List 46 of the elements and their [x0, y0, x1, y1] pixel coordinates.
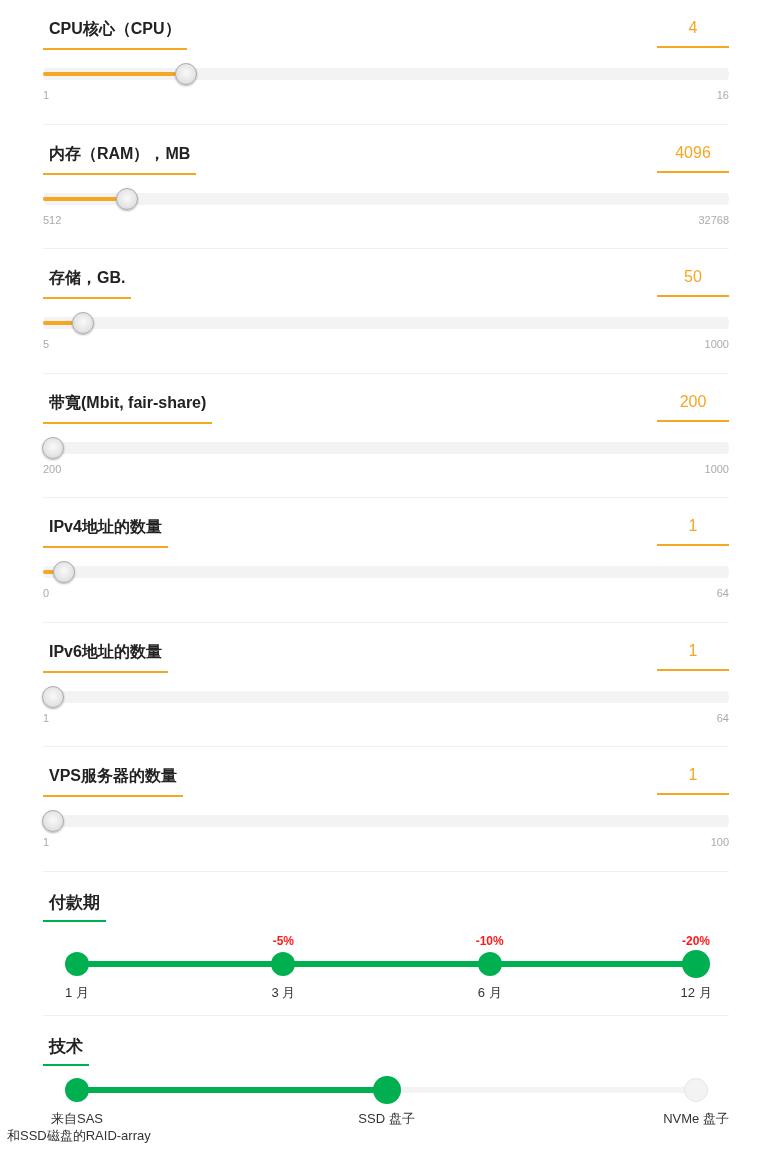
slider-thumb[interactable] — [174, 63, 197, 85]
slider-label: IPv4地址的数量 — [43, 515, 168, 548]
max-label: 1000 — [704, 338, 729, 350]
slider-thumb[interactable] — [42, 436, 64, 459]
max-label: 32768 — [698, 213, 729, 226]
step-dot[interactable] — [65, 1077, 89, 1102]
max-label: 64 — [716, 587, 729, 599]
slider-label: CPU核心（CPU） — [43, 17, 187, 50]
slider-label: VPS服务器的数量 — [43, 764, 183, 797]
min-label: 1 — [43, 89, 50, 101]
min-label: 200 — [43, 462, 62, 475]
min-label: 0 — [43, 587, 50, 599]
max-label: 100 — [710, 836, 729, 848]
step-label[interactable]: 6 月 — [477, 983, 502, 1002]
slider-thumb[interactable] — [42, 810, 64, 832]
step-dot[interactable] — [372, 1075, 401, 1104]
slider-label: 带寬(Mbit, fair-share) — [43, 390, 213, 424]
step-label[interactable]: NVMe 盘子 — [663, 1109, 729, 1128]
slider-label: IPv6地址的数量 — [43, 639, 168, 673]
step-dot[interactable] — [682, 949, 710, 978]
min-label: 512 — [43, 213, 62, 226]
max-label: 16 — [716, 89, 729, 101]
discount-label: -20% — [682, 933, 710, 950]
step-dot[interactable] — [684, 1077, 708, 1102]
max-label: 64 — [716, 711, 729, 724]
step-label[interactable]: 1 月 — [65, 983, 89, 1002]
step-label[interactable]: 3 月 — [271, 983, 296, 1002]
slider-label: 存储，GB. — [43, 266, 132, 299]
slider-label: 内存（RAM），MB — [43, 141, 197, 175]
min-label: 1 — [43, 836, 50, 848]
step-note: 和SSD磁盘的RAID-array — [7, 1126, 152, 1145]
section-title: 技术 — [43, 1032, 89, 1066]
slider-thumb[interactable] — [42, 685, 64, 708]
min-label: 5 — [43, 338, 50, 350]
max-label: 1000 — [704, 462, 729, 475]
section-title: 付款期 — [43, 888, 106, 922]
step-label[interactable]: 12 月 — [680, 983, 712, 1002]
step-label[interactable]: 来自SAS — [51, 1109, 103, 1128]
step-dot[interactable] — [65, 951, 89, 976]
slider-thumb[interactable] — [52, 561, 75, 583]
step-label[interactable]: SSD 盘子 — [358, 1109, 415, 1128]
slider-thumb[interactable] — [71, 312, 94, 334]
discount-label: -10% — [475, 933, 504, 950]
min-label: 1 — [43, 711, 50, 724]
discount-label: -5% — [272, 933, 294, 950]
slider-thumb[interactable] — [115, 187, 138, 210]
